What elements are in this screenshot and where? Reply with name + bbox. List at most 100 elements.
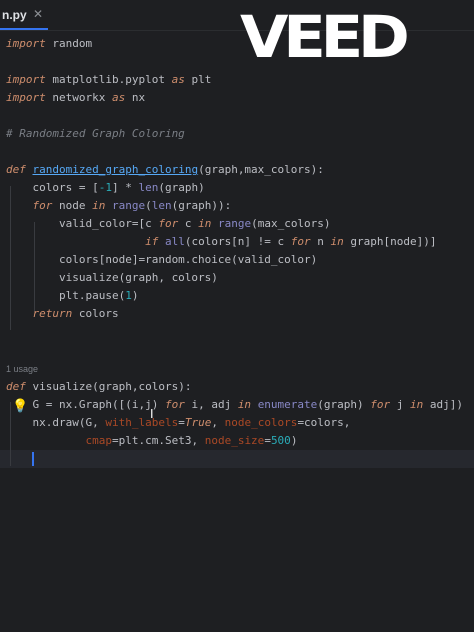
code-token: import: [6, 91, 46, 104]
code-line[interactable]: visualize(graph, colors): [6, 269, 218, 287]
code-line[interactable]: def randomized_graph_coloring(graph,max_…: [6, 161, 324, 179]
code-token: ,: [211, 416, 225, 429]
code-token: (graph): [158, 181, 205, 194]
code-token: matplotlib.pyplot: [45, 73, 172, 86]
code-token: visualize(graph,colors):: [25, 380, 192, 393]
code-token: graph[node])]: [343, 235, 437, 248]
code-line[interactable]: return colors: [6, 305, 119, 323]
usage-hint[interactable]: 1 usage: [6, 364, 38, 374]
code-token: 500: [270, 434, 291, 447]
code-token: all: [164, 235, 185, 248]
code-line[interactable]: def visualize(graph,colors):: [6, 378, 191, 396]
code-token: 1: [125, 289, 132, 302]
code-token: ): [131, 289, 139, 302]
code-token: def: [6, 380, 26, 393]
code-token: (max_colors): [251, 217, 331, 230]
code-token: node_colors: [224, 416, 298, 429]
code-token: (graph)):: [171, 199, 232, 212]
code-token: def: [6, 163, 26, 176]
code-token: (colors[n] != c: [184, 235, 291, 248]
code-editor[interactable]: import random import matplotlib.pyplot a…: [0, 30, 474, 632]
code-token: len: [138, 181, 159, 194]
code-line[interactable]: valid_color=[c for c in range(max_colors…: [6, 215, 331, 233]
code-line[interactable]: import networkx as nx: [6, 89, 145, 107]
current-line-highlight: [0, 450, 474, 468]
code-line[interactable]: cmap=plt.cm.Set3, node_size=500): [6, 432, 297, 450]
code-token: enumerate: [257, 398, 318, 411]
code-token: j: [390, 398, 411, 411]
tab-file[interactable]: n.py ✕: [0, 0, 48, 30]
close-icon[interactable]: ✕: [33, 7, 43, 21]
code-token: with_labels: [105, 416, 179, 429]
code-token: for: [290, 235, 311, 248]
code-token: =plt.cm.Set3,: [111, 434, 205, 447]
code-token: cmap: [85, 434, 112, 447]
code-token: networkx: [45, 91, 112, 104]
code-token: for: [32, 199, 53, 212]
code-line[interactable]: colors = [-1] * len(graph): [6, 179, 205, 197]
code-token: in: [237, 398, 252, 411]
code-token: plt.pause(: [6, 289, 126, 302]
code-token: ] *: [111, 181, 139, 194]
code-token: import: [6, 73, 46, 86]
code-token: # Randomized Graph Coloring: [6, 127, 185, 140]
code-token: nx.draw(G,: [6, 416, 106, 429]
code-token: return: [32, 307, 73, 320]
code-token: (graph): [317, 398, 371, 411]
code-token: n: [310, 235, 331, 248]
code-token: valid_color=[c: [6, 217, 159, 230]
code-line[interactable]: G = nx.Graph([(i,j) for i, adj in enumer…: [6, 396, 463, 414]
code-token: for: [158, 217, 179, 230]
code-line[interactable]: # Randomized Graph Coloring: [6, 125, 185, 143]
code-token: range: [112, 199, 146, 212]
code-token: nx: [125, 91, 146, 104]
code-token: True: [184, 416, 212, 429]
code-line[interactable]: colors[node]=random.choice(valid_color): [6, 251, 317, 269]
code-token: as: [111, 91, 126, 104]
code-token: i, adj: [184, 398, 238, 411]
code-token: range: [217, 217, 252, 230]
code-token: for: [164, 398, 185, 411]
code-token: in: [330, 235, 344, 248]
code-token: G = nx.Graph([(i,j): [6, 398, 165, 411]
code-token: visualize(graph, colors): [6, 271, 218, 284]
code-token: =: [264, 434, 271, 447]
code-token: (: [145, 199, 152, 212]
code-token: plt: [184, 73, 212, 86]
lightbulb-icon[interactable]: 💡: [12, 399, 28, 414]
code-token: if: [145, 235, 159, 248]
code-token: ): [290, 434, 298, 447]
code-token: node_size: [204, 434, 265, 447]
code-line[interactable]: plt.pause(1): [6, 287, 139, 305]
code-line[interactable]: import matplotlib.pyplot as plt: [6, 71, 211, 89]
code-token: adj]): [423, 398, 464, 411]
code-token: node: [52, 199, 93, 212]
code-token: =: [178, 416, 185, 429]
code-token: colors[node]=random.choice(valid_color): [6, 253, 318, 266]
code-line[interactable]: import random: [6, 35, 92, 53]
code-line[interactable]: for node in range(len(graph)):: [6, 197, 232, 215]
code-token: colors = [: [6, 181, 99, 194]
code-token: as: [171, 73, 185, 86]
tab-filename[interactable]: n.py: [2, 8, 27, 22]
code-token: in: [198, 217, 212, 230]
code-token: colors: [72, 307, 119, 320]
code-line[interactable]: if all(colors[n] != c for n in graph[nod…: [6, 233, 437, 251]
code-token: in: [410, 398, 424, 411]
code-token: random: [45, 37, 93, 50]
code-token: in: [92, 199, 106, 212]
code-token: import: [6, 37, 46, 50]
code-token: =colors,: [297, 416, 351, 429]
code-token: len: [151, 199, 172, 212]
code-line[interactable]: nx.draw(G, with_labels=True, node_colors…: [6, 414, 350, 432]
code-token: (graph,max_colors):: [198, 163, 324, 176]
text-cursor-icon: I: [150, 407, 154, 421]
